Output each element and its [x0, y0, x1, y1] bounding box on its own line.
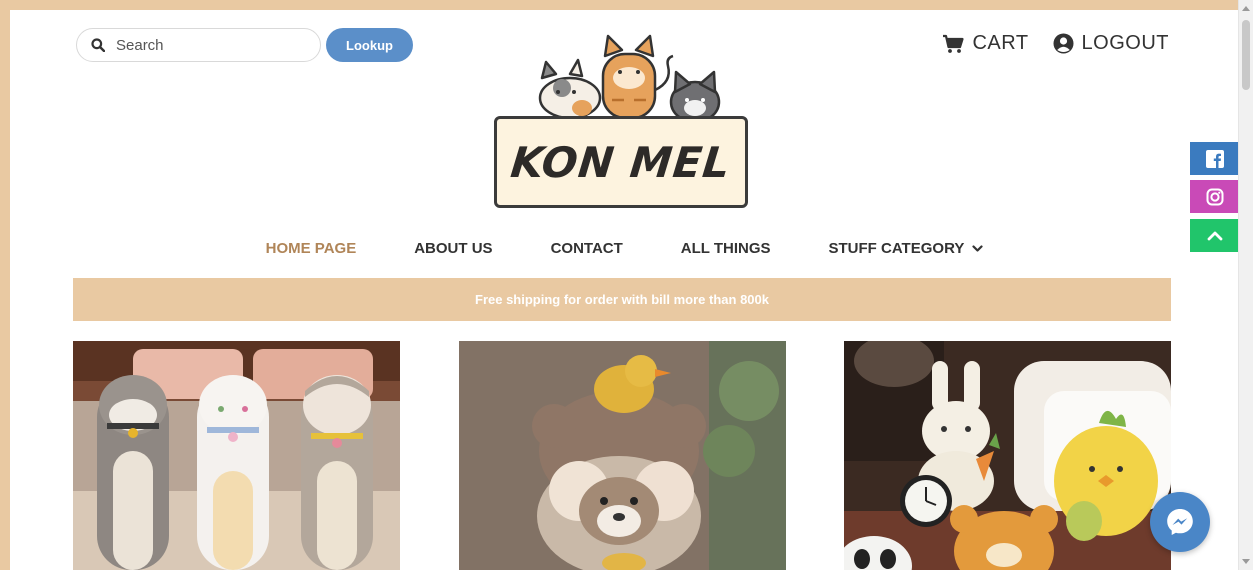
facebook-button[interactable] [1190, 142, 1239, 175]
chevron-down-icon [972, 244, 983, 252]
logout-link[interactable]: LOGOUT [1053, 32, 1169, 55]
nav-item-contact[interactable]: CONTACT [551, 240, 623, 257]
logout-label: LOGOUT [1081, 32, 1169, 54]
nav-item-about[interactable]: ABOUT US [414, 240, 492, 257]
search-box[interactable] [76, 28, 321, 62]
product-image-cats[interactable] [73, 341, 400, 570]
messenger-button[interactable] [1150, 492, 1210, 552]
cart-link[interactable]: CART [942, 32, 1028, 55]
main-nav: HOME PAGE ABOUT US CONTACT ALL THINGS ST… [10, 240, 1239, 257]
scroll-down-arrow-icon[interactable] [1242, 559, 1250, 564]
product-image-bears[interactable] [459, 341, 786, 570]
top-links: CART LOGOUT [942, 32, 1169, 55]
brand-name: KON MEL [508, 137, 734, 187]
lookup-button[interactable]: Lookup [326, 28, 413, 62]
banner-text: Free shipping for order with bill more t… [475, 292, 769, 307]
cart-icon [943, 34, 965, 53]
brand-logo[interactable]: KON MEL [490, 30, 752, 212]
search-icon [91, 38, 105, 52]
search-input[interactable] [114, 35, 308, 55]
cart-label: CART [972, 32, 1029, 54]
product-image-bunny-chick[interactable] [844, 341, 1171, 570]
logo-sign: KON MEL [494, 116, 748, 208]
nav-item-all-things[interactable]: ALL THINGS [681, 240, 771, 257]
scroll-top-button[interactable] [1190, 219, 1239, 252]
chevron-up-icon [1207, 231, 1222, 240]
instagram-button[interactable] [1190, 180, 1239, 213]
facebook-icon [1205, 149, 1224, 168]
scroll-up-arrow-icon[interactable] [1242, 6, 1250, 11]
scrollbar-thumb[interactable] [1242, 20, 1250, 90]
user-circle-icon [1053, 33, 1074, 54]
instagram-icon [1206, 188, 1223, 205]
messenger-icon [1167, 509, 1193, 535]
shipping-banner: Free shipping for order with bill more t… [73, 278, 1171, 321]
nav-item-home[interactable]: HOME PAGE [266, 240, 357, 257]
scrollbar[interactable] [1238, 0, 1253, 570]
nav-item-stuff-category[interactable]: STUFF CATEGORY [829, 240, 984, 257]
page: Lookup CART LOGOUT [10, 10, 1239, 570]
